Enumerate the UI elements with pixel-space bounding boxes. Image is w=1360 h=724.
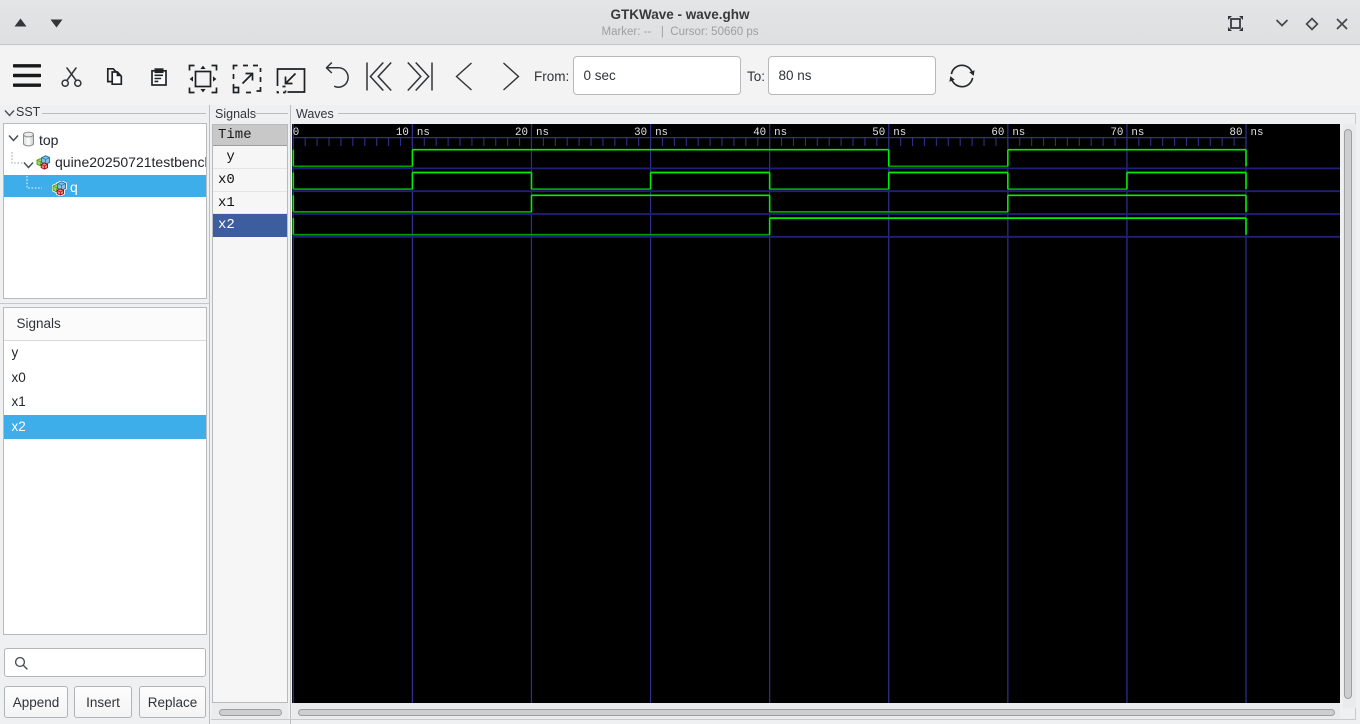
- svg-text:50: 50: [872, 127, 885, 139]
- svg-text:30: 30: [634, 127, 647, 139]
- svg-text:ns: ns: [655, 127, 668, 139]
- svg-text:40: 40: [753, 127, 766, 139]
- svg-text:70: 70: [1110, 127, 1123, 139]
- svg-text:60: 60: [991, 127, 1004, 139]
- svg-text:0: 0: [293, 127, 299, 139]
- svg-text:ns: ns: [893, 127, 906, 139]
- svg-text:10: 10: [396, 127, 409, 139]
- svg-text:80: 80: [1230, 127, 1243, 139]
- svg-text:ns: ns: [536, 127, 549, 139]
- svg-text:ns: ns: [774, 127, 787, 139]
- svg-text:ns: ns: [1251, 127, 1264, 139]
- svg-text:ns: ns: [1012, 127, 1025, 139]
- svg-text:20: 20: [515, 127, 528, 139]
- svg-text:ns: ns: [1131, 127, 1144, 139]
- svg-text:ns: ns: [417, 127, 430, 139]
